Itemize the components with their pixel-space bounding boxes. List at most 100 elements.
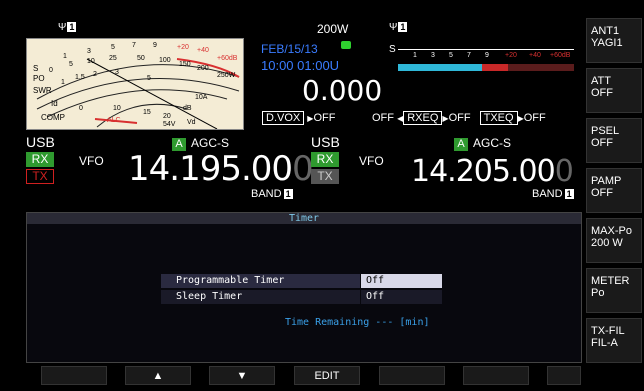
meter-num: 3 <box>115 69 119 76</box>
meter-num: 0 <box>79 105 83 112</box>
fkey-6[interactable] <box>463 366 529 385</box>
meter-num: 10A <box>195 94 208 101</box>
side-key-line1: PAMP <box>591 175 622 187</box>
side-key-line2: Po <box>591 287 605 299</box>
txeq-state: OFF <box>523 112 546 124</box>
meter-num: 1 <box>61 79 65 86</box>
sub-tx-badge: TX <box>311 169 339 184</box>
dvox-label: D.VOX <box>262 111 305 125</box>
side-key-line1: PSEL <box>591 125 620 137</box>
smeter-label: S <box>389 44 396 55</box>
sub-mode: USB <box>311 134 340 150</box>
meter-num: 1.5 <box>75 74 85 81</box>
main-frequency-digits: 14.195.00 <box>128 149 293 189</box>
fkey-1[interactable] <box>41 366 107 385</box>
sub-frequency-dim-digit: 0 <box>554 154 574 189</box>
side-key-max-po[interactable]: MAX-Po 200 W <box>586 218 642 263</box>
rxeq-label: RXEQ <box>403 111 443 125</box>
side-key-line2: OFF <box>591 187 613 199</box>
eq-status: OFF ◀ RXEQ ▶OFF TXEQ ▶OFF <box>372 111 546 125</box>
meter-num: 50 <box>137 55 145 62</box>
timer-settings-table: Programmable Timer Off Sleep Timer Off <box>161 274 442 306</box>
side-key-tx-fil[interactable]: TX-FIL FIL-A <box>586 318 642 363</box>
row-value[interactable]: Off <box>361 274 442 288</box>
triangle-down-icon: ▼ <box>236 370 248 382</box>
meter-num: 5 <box>147 75 151 82</box>
meter-num: 54V <box>163 121 176 128</box>
row-value[interactable]: Off <box>361 290 442 304</box>
sub-vfo-label: VFO <box>359 154 384 168</box>
rxeq-state: OFF <box>448 112 471 124</box>
meter-num: 20 <box>163 113 171 120</box>
status-indicator <box>341 41 351 49</box>
meter-num: dB <box>183 105 192 112</box>
side-key-line1: TX-FIL <box>591 325 625 337</box>
edit-button[interactable]: EDIT <box>294 366 360 385</box>
smeter-bar-normal <box>398 64 482 71</box>
meter-num: 7 <box>132 42 136 49</box>
smeter-tick: +40 <box>529 52 541 59</box>
sub-frequency: 14.205.000 <box>411 154 574 189</box>
meter-num: 5 <box>111 44 115 51</box>
meter-num: 9 <box>153 42 157 49</box>
side-key-ant[interactable]: ANT1 YAGI1 <box>586 18 642 63</box>
meter-num: 15 <box>143 109 151 116</box>
sub-band-number: 1 <box>564 189 574 199</box>
meter-label-s: S <box>33 64 39 73</box>
main-rx-badge: RX <box>26 152 54 167</box>
sub-agc: A AGC-S <box>454 136 511 151</box>
main-frequency-dim-digit: 0 <box>292 149 314 189</box>
smeter-bar-over <box>482 64 508 71</box>
fkey-5[interactable] <box>379 366 445 385</box>
smeter-scale-line <box>398 49 574 50</box>
smeter-tick: 5 <box>449 52 453 59</box>
main-band-number: 1 <box>283 189 293 199</box>
meter-num: +60dB <box>217 55 238 62</box>
meter-label-po: PO <box>33 74 45 83</box>
time-display: 10:00 01:00U <box>261 58 340 73</box>
main-mode: USB <box>26 134 55 150</box>
meter-num: 100 <box>159 57 171 64</box>
side-key-att[interactable]: ATT OFF <box>586 68 642 113</box>
sub-rx-badge: RX <box>311 152 339 167</box>
meter-num: 5 <box>69 61 73 68</box>
smeter-bar-over-dim <box>508 64 574 71</box>
antenna-symbol-icon: Ψ <box>58 22 67 33</box>
date-display: FEB/15/13 <box>261 42 318 56</box>
antenna-icon: Ψ1 <box>389 22 408 33</box>
sub-band: BAND 1 <box>532 188 574 200</box>
table-row[interactable]: Programmable Timer Off <box>161 274 442 288</box>
smeter-tick: 9 <box>485 52 489 59</box>
meter-num: 0 <box>49 67 53 74</box>
side-key-meter[interactable]: METER Po <box>586 268 642 313</box>
main-agc-label: AGC-S <box>191 136 230 150</box>
meter-num: 10 <box>113 105 121 112</box>
row-label: Programmable Timer <box>161 274 360 288</box>
side-key-line2: FIL-A <box>591 337 618 349</box>
side-key-line2: YAGI1 <box>591 37 623 49</box>
meter-num: 2 <box>93 71 97 78</box>
rit-display: 0.000 <box>302 74 383 107</box>
meter-num: +20 <box>177 44 189 51</box>
side-key-line2: OFF <box>591 87 613 99</box>
meter-label-id: Id <box>51 99 58 108</box>
fkey-7[interactable] <box>547 366 581 385</box>
smeter-tick: 1 <box>413 52 417 59</box>
time-remaining: Time Remaining --- [min] <box>285 317 430 328</box>
meter-num: 3 <box>87 48 91 55</box>
main-band: BAND 1 <box>251 188 293 200</box>
analog-meter: S PO SWR Id COMP ALC 1 3 5 7 9 +20 +40 +… <box>26 38 244 130</box>
dialog-title: Timer <box>27 213 581 224</box>
meter-num: 250W <box>217 72 236 79</box>
timer-dialog: Timer Programmable Timer Off Sleep Timer… <box>26 212 582 363</box>
table-row[interactable]: Sleep Timer Off <box>161 290 442 304</box>
fkey-up[interactable]: ▲ <box>125 366 191 385</box>
fkey-down[interactable]: ▼ <box>209 366 275 385</box>
row-label: Sleep Timer <box>161 290 360 304</box>
antenna-icon: Ψ1 <box>58 22 77 33</box>
side-key-line1: METER <box>591 275 630 287</box>
meter-num: +40 <box>197 47 209 54</box>
side-key-psel[interactable]: PSEL OFF <box>586 118 642 163</box>
main-tx-badge: TX <box>26 169 54 184</box>
side-key-pamp[interactable]: PAMP OFF <box>586 168 642 213</box>
